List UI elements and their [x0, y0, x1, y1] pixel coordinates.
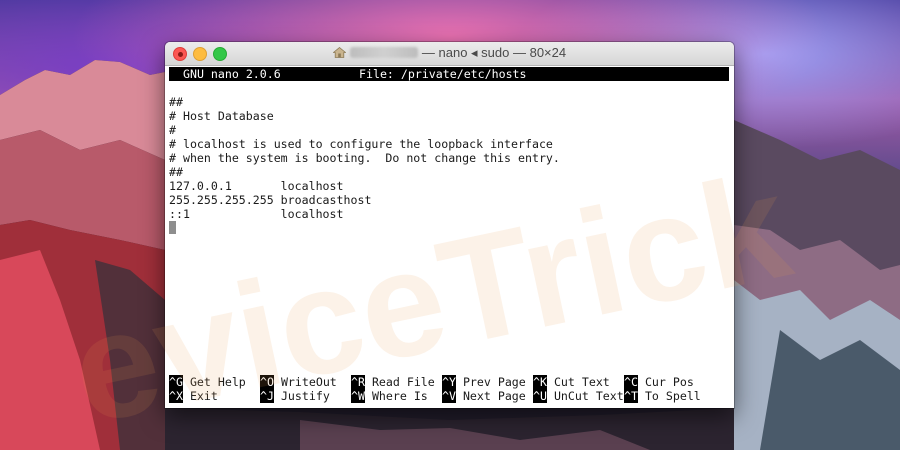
shortcut-label: Get Help [182, 375, 246, 389]
shortcut-key: ^V [442, 389, 456, 403]
shortcut-key: ^G [169, 375, 183, 389]
shortcut-label: Prev Page [455, 375, 526, 389]
nano-filename: File: /private/etc/hosts [359, 67, 527, 81]
shortcut-prev-page[interactable]: ^Y Prev Page [442, 375, 526, 389]
shortcut-justify[interactable]: ^J Justify [260, 389, 330, 403]
file-line: ## [169, 95, 183, 109]
file-line: # localhost is used to configure the loo… [169, 137, 553, 151]
shortcut-label: WriteOut [273, 375, 337, 389]
file-line: 127.0.0.1 localhost [169, 179, 344, 193]
shortcut-key: ^O [260, 375, 274, 389]
nano-version: GNU nano 2.0.6 [183, 67, 281, 81]
shortcut-key: ^J [260, 389, 274, 403]
file-line: ## [169, 165, 183, 179]
shortcut-read-file[interactable]: ^R Read File [351, 375, 435, 389]
shortcut-key: ^Y [442, 375, 456, 389]
shortcut-label: Exit [182, 389, 218, 403]
shortcut-label: Justify [273, 389, 330, 403]
shortcut-key: ^X [169, 389, 183, 403]
file-line: # when the system is booting. Do not cha… [169, 151, 560, 165]
shortcut-label: Cut Text [546, 375, 610, 389]
file-line: # Host Database [169, 109, 274, 123]
shortcut-label: Where Is [364, 389, 428, 403]
shortcut-where-is[interactable]: ^W Where Is [351, 389, 428, 403]
shortcut-key: ^U [533, 389, 547, 403]
shortcut-exit[interactable]: ^X Exit [169, 389, 218, 403]
file-line: 255.255.255.255 broadcasthost [169, 193, 372, 207]
shortcut-key: ^T [624, 389, 638, 403]
window-title: — nano ◂ sudo — 80×24 [165, 45, 734, 61]
terminal-content[interactable]: GNU nano 2.0.6 File: /private/etc/hosts … [165, 66, 734, 408]
shortcut-key: ^C [624, 375, 638, 389]
shortcut-get-help[interactable]: ^G Get Help [169, 375, 246, 389]
title-username-redacted [349, 47, 418, 58]
shortcut-next-page[interactable]: ^V Next Page [442, 389, 526, 403]
shortcut-cur-pos[interactable]: ^C Cur Pos [624, 375, 694, 389]
shortcut-key: ^R [351, 375, 365, 389]
terminal-window: — nano ◂ sudo — 80×24 GNU nano 2.0.6 Fil… [165, 42, 734, 408]
shortcut-to-spell[interactable]: ^T To Spell [624, 389, 701, 403]
file-line: # [169, 123, 176, 137]
shortcut-label: UnCut Text [546, 389, 624, 403]
title-bar[interactable]: — nano ◂ sudo — 80×24 [165, 42, 734, 66]
nano-header-bar: GNU nano 2.0.6 File: /private/etc/hosts [169, 67, 729, 81]
shortcut-cut-text[interactable]: ^K Cut Text [533, 375, 610, 389]
file-line: ::1 localhost [169, 207, 344, 221]
shortcut-label: Read File [364, 375, 435, 389]
shortcut-label: Next Page [455, 389, 526, 403]
shortcut-key: ^K [533, 375, 547, 389]
shortcut-label: To Spell [637, 389, 701, 403]
shortcut-key: ^W [351, 389, 365, 403]
shortcut-label: Cur Pos [637, 375, 694, 389]
shortcut-writeout[interactable]: ^O WriteOut [260, 375, 337, 389]
title-text: — nano ◂ sudo — 80×24 [421, 45, 567, 60]
text-cursor [169, 221, 176, 234]
home-folder-icon [332, 47, 346, 58]
shortcut-uncut-text[interactable]: ^U UnCut Text [533, 389, 624, 403]
